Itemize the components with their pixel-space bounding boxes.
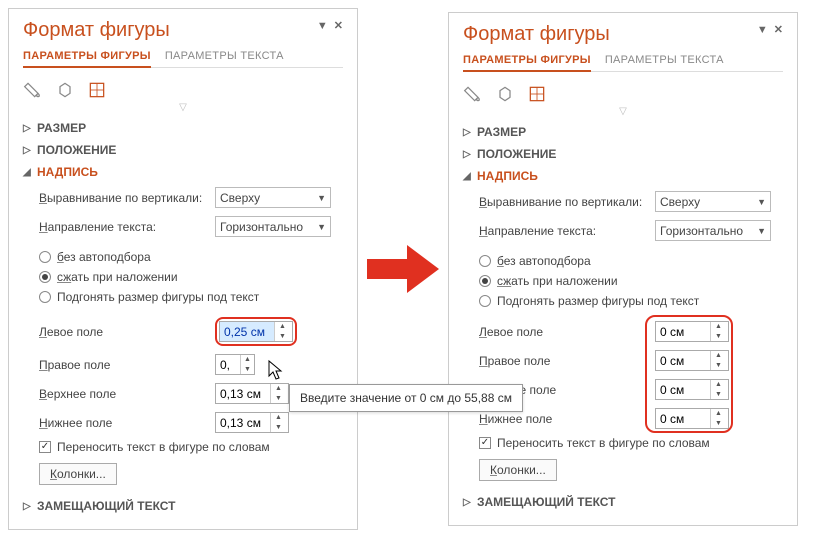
autofit-resize-radio[interactable]: Подгонять размер фигуры под текст bbox=[23, 287, 343, 307]
tabs: ПАРАМЕТРЫ ФИГУРЫ ПАРАМЕТРЫ ТЕКСТА bbox=[463, 52, 783, 72]
direction-select[interactable]: Горизонтально▼ bbox=[655, 220, 771, 241]
left-margin-input[interactable] bbox=[220, 322, 274, 341]
tooltip: Введите значение от 0 см до 55,88 см bbox=[289, 384, 523, 412]
left-margin-label: Левое поле bbox=[479, 325, 649, 339]
chevron-down-icon: ▽ bbox=[23, 105, 343, 111]
autofit-shrink-radio[interactable]: сжать при наложении bbox=[463, 271, 783, 291]
wrap-checkbox-row[interactable]: ✓Переносить текст в фигуре по словам bbox=[463, 433, 783, 453]
bottom-margin-input[interactable] bbox=[656, 409, 710, 428]
left-margin-spinner[interactable]: ▲▼ bbox=[655, 321, 729, 342]
highlight-ring: ▲▼ bbox=[215, 317, 297, 346]
left-margin-label: Левое поле bbox=[39, 325, 209, 339]
section-textbox[interactable]: ◢НАДПИСЬ bbox=[463, 165, 783, 187]
columns-button[interactable]: Колонки... bbox=[39, 463, 117, 485]
top-margin-spinner[interactable]: ▲▼ bbox=[215, 383, 289, 404]
size-props-icon[interactable] bbox=[527, 84, 547, 107]
close-icon[interactable]: ✕ bbox=[334, 19, 343, 32]
panel-options-icon[interactable]: ▼ bbox=[757, 24, 768, 36]
effects-icon[interactable] bbox=[55, 80, 75, 103]
bottom-margin-spinner[interactable]: ▲▼ bbox=[655, 408, 729, 429]
effects-icon[interactable] bbox=[495, 84, 515, 107]
fill-icon[interactable] bbox=[463, 84, 483, 107]
section-size[interactable]: ▷РАЗМЕР bbox=[23, 117, 343, 139]
wrap-checkbox[interactable]: ✓ bbox=[479, 437, 491, 449]
right-margin-label: Правое поле bbox=[479, 354, 649, 368]
spin-down-icon[interactable]: ▼ bbox=[275, 332, 290, 342]
top-margin-spinner[interactable]: ▲▼ bbox=[655, 379, 729, 400]
fill-icon[interactable] bbox=[23, 80, 43, 103]
section-alttext[interactable]: ▷ЗАМЕЩАЮЩИЙ ТЕКСТ bbox=[463, 491, 783, 513]
section-alttext[interactable]: ▷ЗАМЕЩАЮЩИЙ ТЕКСТ bbox=[23, 495, 343, 517]
wrap-checkbox-row[interactable]: ✓Переносить текст в фигуре по словам bbox=[23, 437, 343, 457]
right-margin-input[interactable] bbox=[216, 355, 240, 374]
panel-title: Формат фигуры bbox=[463, 23, 610, 46]
panel-title: Формат фигуры bbox=[23, 19, 170, 42]
right-margin-spinner[interactable]: ▲▼ bbox=[215, 354, 255, 375]
valign-select[interactable]: Сверху▼ bbox=[215, 187, 331, 208]
arrow-icon bbox=[358, 241, 448, 297]
valign-label: Выравнивание по вертикали: bbox=[479, 195, 649, 209]
left-margin-spinner[interactable]: ▲▼ bbox=[219, 321, 293, 342]
panel-options-icon[interactable]: ▼ bbox=[317, 20, 328, 32]
valign-label: Выравнивание по вертикали: bbox=[39, 191, 209, 205]
tab-shape-options[interactable]: ПАРАМЕТРЫ ФИГУРЫ bbox=[23, 48, 151, 68]
section-textbox[interactable]: ◢НАДПИСЬ bbox=[23, 161, 343, 183]
left-margin-input[interactable] bbox=[656, 322, 710, 341]
chevron-down-icon: ▽ bbox=[463, 109, 783, 115]
autofit-shrink-radio[interactable]: сжать при наложении bbox=[23, 267, 343, 287]
tab-shape-options[interactable]: ПАРАМЕТРЫ ФИГУРЫ bbox=[463, 52, 591, 72]
bottom-margin-label: Нижнее поле bbox=[479, 412, 649, 426]
section-position[interactable]: ▷ПОЛОЖЕНИЕ bbox=[23, 139, 343, 161]
close-icon[interactable]: ✕ bbox=[774, 23, 783, 36]
tab-text-options[interactable]: ПАРАМЕТРЫ ТЕКСТА bbox=[605, 52, 724, 71]
bottom-margin-spinner[interactable]: ▲▼ bbox=[215, 412, 289, 433]
direction-label: Направление текста: bbox=[479, 224, 649, 238]
top-margin-label: Верхнее поле bbox=[39, 387, 209, 401]
bottom-margin-label: Нижнее поле bbox=[39, 416, 209, 430]
right-margin-label: Правое поле bbox=[39, 358, 209, 372]
section-size[interactable]: ▷РАЗМЕР bbox=[463, 121, 783, 143]
format-shape-panel-after: Формат фигуры ▼ ✕ ПАРАМЕТРЫ ФИГУРЫ ПАРАМ… bbox=[448, 12, 798, 526]
section-position[interactable]: ▷ПОЛОЖЕНИЕ bbox=[463, 143, 783, 165]
columns-button[interactable]: Колонки... bbox=[479, 459, 557, 481]
cursor-icon bbox=[267, 359, 285, 384]
spin-up-icon[interactable]: ▲ bbox=[275, 322, 290, 332]
right-margin-spinner[interactable]: ▲▼ bbox=[655, 350, 729, 371]
direction-select[interactable]: Горизонтально▼ bbox=[215, 216, 331, 237]
tab-text-options[interactable]: ПАРАМЕТРЫ ТЕКСТА bbox=[165, 48, 284, 67]
autofit-resize-radio[interactable]: Подгонять размер фигуры под текст bbox=[463, 291, 783, 311]
top-margin-input[interactable] bbox=[216, 384, 270, 403]
bottom-margin-input[interactable] bbox=[216, 413, 270, 432]
autofit-none-radio[interactable]: без автоподбора bbox=[23, 247, 343, 267]
top-margin-input[interactable] bbox=[656, 380, 710, 399]
right-margin-input[interactable] bbox=[656, 351, 710, 370]
autofit-none-radio[interactable]: без автоподбора bbox=[463, 251, 783, 271]
valign-select[interactable]: Сверху▼ bbox=[655, 191, 771, 212]
format-shape-panel-before: Формат фигуры ▼ ✕ ПАРАМЕТРЫ ФИГУРЫ ПАРАМ… bbox=[8, 8, 358, 530]
size-props-icon[interactable] bbox=[87, 80, 107, 103]
wrap-checkbox[interactable]: ✓ bbox=[39, 441, 51, 453]
category-icons bbox=[463, 80, 783, 109]
chevron-down-icon: ▼ bbox=[317, 193, 326, 203]
direction-label: Направление текста: bbox=[39, 220, 209, 234]
category-icons bbox=[23, 76, 343, 105]
tabs: ПАРАМЕТРЫ ФИГУРЫ ПАРАМЕТРЫ ТЕКСТА bbox=[23, 48, 343, 68]
chevron-down-icon: ▼ bbox=[317, 222, 326, 232]
